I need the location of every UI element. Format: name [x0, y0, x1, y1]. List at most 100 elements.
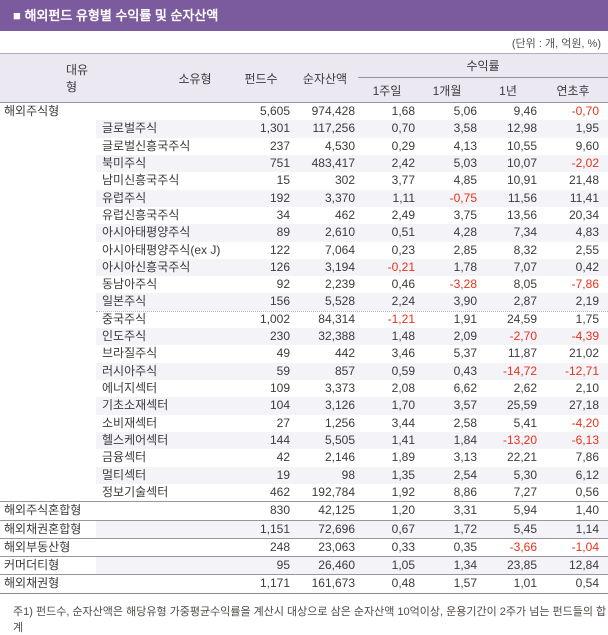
cell-return-1month: 1,57: [453, 576, 477, 591]
cell-fund-count: 237: [269, 138, 290, 153]
cell-net-assets: 7,064: [324, 242, 355, 257]
cell-minor-type: 중국주식: [102, 311, 147, 326]
cell-return-1year: 10,55: [506, 138, 537, 153]
cell-major-type: [0, 380, 96, 397]
cell-major-type: [0, 311, 96, 328]
cell-return-1week: 2,49: [391, 207, 415, 222]
cell-minor-type: [96, 502, 230, 519]
cell-return-1month: 3,13: [453, 450, 477, 465]
cell-return-1week: 1,70: [358, 397, 416, 415]
cell-return-ytd: -2,02: [538, 154, 608, 173]
table-row: 정보기술섹터 462 192,784 1,92 8,86 7,27 0,56: [0, 484, 608, 503]
cell-return-1month: 1,84: [416, 431, 478, 450]
cell-minor-type: 유럽주식: [96, 189, 230, 207]
cell-return-1year: 7,34: [478, 224, 538, 242]
cell-return-1year: 7,07: [478, 258, 538, 277]
cell-return-1month: 5,06: [453, 104, 477, 118]
cell-return-1week: 1,35: [358, 466, 416, 484]
cell-major-type: [0, 363, 96, 380]
cell-net-assets: 84,314: [318, 311, 355, 326]
cell-return-ytd: -4,39: [538, 328, 608, 346]
cell-fund-count: 1,151: [230, 520, 292, 538]
table-row: 금융섹터 42 2,146 1,89 3,13 22,21 7,86: [0, 449, 608, 466]
cell-return-1week: 1,68: [391, 104, 415, 118]
cell-return-ytd: 6,12: [538, 466, 608, 484]
cell-minor-type: 소비재섹터: [102, 415, 158, 430]
table-row: 기초소재섹터 104 3,126 1,70 3,57 25,59 27,18: [0, 397, 608, 415]
cell-return-1month: 3,57: [416, 397, 478, 415]
cell-minor-type: 금융섹터: [102, 450, 147, 465]
cell-return-1month: 5,03: [416, 154, 478, 173]
cell-return-1week: 0,23: [391, 242, 415, 257]
cell-return-ytd: 12,84: [538, 557, 608, 575]
cell-major-type: [0, 415, 96, 432]
cell-fund-count: 89: [230, 224, 292, 242]
cell-return-1month: 1,91: [453, 311, 477, 326]
cell-net-assets: 32,388: [292, 328, 358, 346]
cell-fund-count: 42: [276, 450, 290, 465]
cell-return-1year: 8,32: [513, 242, 537, 257]
cell-net-assets: 442: [334, 346, 355, 361]
table-row: 해외채권형 1,171 161,673 0,48 1,57 1,01 0,54: [0, 575, 608, 592]
col-header-ytd: 연초후: [556, 83, 590, 98]
table-row: 에너지섹터 109 3,373 2,08 6,62 2,62 2,10: [0, 380, 608, 399]
table-row: 인도주식 230 32,388 1,48 2,09 -2,70 -4,39: [0, 328, 608, 346]
cell-minor-type: [96, 575, 230, 592]
cell-return-ytd: -7,86: [571, 277, 599, 292]
col-header-1week: 1주일: [372, 83, 402, 98]
cell-net-assets: 23,063: [318, 539, 355, 554]
cell-minor-type: [96, 520, 230, 538]
cell-major-type: [0, 190, 96, 207]
cell-return-1month: 0,35: [453, 539, 477, 554]
table-body: 해외주식형 5,605 974,428 1,68 5,06 9,46 -0,70…: [0, 103, 608, 594]
cell-return-1year: 2,62: [513, 381, 537, 395]
cell-fund-count: 751: [230, 154, 292, 173]
cell-return-1year: 9,46: [513, 104, 537, 118]
cell-net-assets: 42,125: [318, 503, 355, 518]
cell-return-ytd: 0,56: [575, 484, 599, 499]
cell-net-assets: 974,428: [311, 104, 355, 118]
cell-return-1month: 2,54: [416, 466, 478, 484]
cell-minor-type: 북미주식: [96, 154, 230, 173]
cell-return-1month: -3,28: [449, 277, 477, 292]
cell-net-assets: 72,696: [292, 520, 358, 538]
cell-return-ytd: 20,34: [568, 207, 599, 222]
cell-return-1week: 0,67: [358, 520, 416, 538]
cell-return-1week: 2,42: [358, 154, 416, 173]
cell-net-assets: 3,194: [292, 258, 358, 277]
cell-fund-count: 92: [276, 277, 290, 292]
cell-return-1year: -3,66: [509, 539, 537, 554]
cell-return-1week: 3,44: [391, 415, 415, 430]
col-header-returns-group: 수익률: [358, 54, 608, 78]
cell-net-assets: 5,528: [292, 293, 358, 311]
cell-major-type: 해외부동산형: [4, 539, 71, 554]
cell-minor-type: 멀티섹터: [96, 466, 230, 484]
cell-return-1month: 2,58: [453, 415, 477, 430]
cell-return-ytd: 4,83: [538, 224, 608, 242]
cell-major-type: 커머더티형: [4, 558, 60, 573]
cell-return-1week: 1,11: [358, 189, 416, 207]
cell-return-1month: 2,85: [453, 242, 477, 257]
unit-label: (단위 : 개, 억원, %): [511, 38, 601, 50]
cell-return-ytd: -12,71: [538, 362, 608, 380]
cell-major-type: [0, 328, 96, 345]
cell-return-ytd: 11,41: [538, 189, 608, 207]
cell-major-type: [0, 120, 96, 137]
table-row: 커머더티형 95 26,460 1,05 1,34 23,85 12,84: [0, 557, 608, 576]
cell-net-assets: 1,256: [324, 415, 355, 430]
cell-fund-count: 156: [230, 293, 292, 311]
cell-major-type: [0, 484, 96, 501]
cell-minor-type: [96, 539, 230, 556]
cell-return-1week: 3,46: [391, 346, 415, 361]
cell-return-1month: 8,86: [453, 484, 477, 499]
cell-return-ytd: 2,55: [575, 242, 599, 257]
cell-return-1year: 13,56: [506, 207, 537, 222]
cell-return-1week: 0,33: [391, 539, 415, 554]
cell-return-1week: 3,77: [391, 173, 415, 188]
cell-return-ytd: -4,20: [571, 415, 599, 430]
cell-return-1year: 7,27: [513, 484, 537, 499]
cell-return-ytd: -1,04: [571, 539, 599, 554]
cell-fund-count: 144: [230, 431, 292, 450]
cell-minor-type: 남미신흥국주식: [102, 173, 180, 188]
cell-minor-type: 일본주식: [96, 293, 230, 311]
